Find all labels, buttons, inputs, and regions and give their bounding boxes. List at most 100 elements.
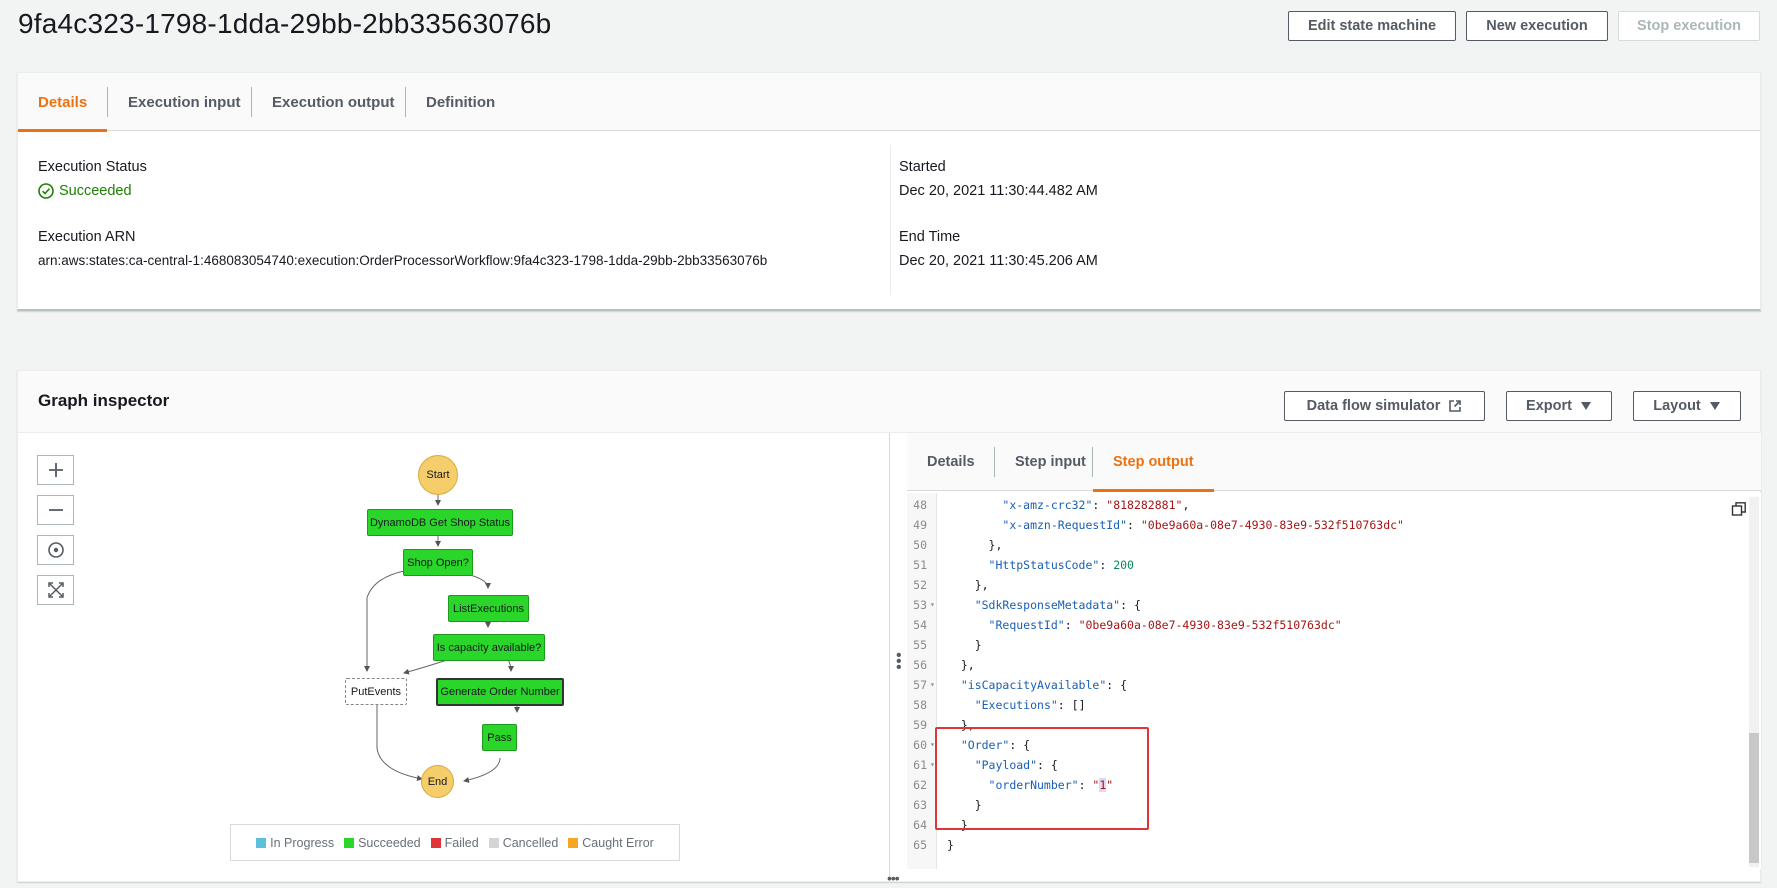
code-text: "Order": { [960,738,1031,752]
end-time-value: Dec 20, 2021 11:30:45.206 AM [899,253,1098,269]
code-line: 50 }, [907,535,1761,555]
code-text: "HttpStatusCode": 200 [988,558,1134,572]
node-put-events[interactable]: PutEvents [345,678,407,705]
status-text: Succeeded [59,183,132,199]
tab-step-input[interactable]: Step input [995,433,1106,491]
tab-step-output[interactable]: Step output [1093,433,1214,492]
line-number: 64 [913,818,927,832]
code-line: 59 }, [907,715,1761,735]
code-line: 62 "orderNumber": "1" [907,775,1761,795]
code-text: } [947,838,954,852]
line-number: 62 [913,778,927,792]
details-tabbar: Details Execution input Execution output… [18,73,1760,132]
code-line: 55 } [907,635,1761,655]
code-line: 64 } [907,815,1761,835]
code-text: "Executions": [] [974,698,1086,712]
execution-status-value: Succeeded [38,183,132,199]
legend-label: Cancelled [502,835,559,850]
code-text: "x-amzn-RequestId": "0be9a60a-08e7-4930-… [1002,518,1404,532]
legend-cancelled: Cancelled [488,835,559,850]
fold-toggle-icon[interactable]: ▾ [930,735,935,755]
line-number: 55 [913,638,927,652]
line-number: 57 [913,678,927,692]
node-dynamodb-get-shop-status[interactable]: DynamoDB Get Shop Status [367,509,513,536]
horizontal-resize-handle[interactable]: ••• [887,870,900,886]
code-line: 65} [907,835,1761,855]
success-check-icon [38,183,54,199]
edit-state-machine-button[interactable]: Edit state machine [1288,11,1456,41]
code-text: }, [947,658,975,672]
column-divider [890,145,891,295]
legend-failed: Failed [430,835,479,850]
tab-details[interactable]: Details [18,73,108,132]
code-scrollbar[interactable] [1749,497,1759,867]
node-start[interactable]: Start [418,455,458,495]
export-label: Export [1526,398,1572,414]
graph-legend: In Progress Succeeded Failed Cancelled C… [230,824,680,861]
line-number: 56 [913,658,927,672]
graph-inspector-header: Graph inspector Data flow simulator Expo… [18,371,1760,433]
tab-execution-output[interactable]: Execution output [252,73,415,131]
legend-swatch [488,837,499,848]
line-number: 49 [913,518,927,532]
code-text: } [947,798,982,812]
data-flow-simulator-button[interactable]: Data flow simulator [1284,391,1485,421]
fold-toggle-icon[interactable]: ▾ [930,675,935,695]
data-flow-simulator-label: Data flow simulator [1306,398,1441,414]
node-pass[interactable]: Pass [482,724,517,751]
line-number: 52 [913,578,927,592]
step-inspector-pane: Details Step input Step output 48 "x-amz… [907,433,1761,883]
graph-canvas[interactable]: Start DynamoDB Get Shop Status Shop Open… [18,433,889,883]
export-button[interactable]: Export [1506,391,1612,421]
code-text: }, [947,718,975,732]
line-number: 53 [913,598,927,612]
layout-button[interactable]: Layout [1633,391,1741,421]
line-number: 63 [913,798,927,812]
execution-details-panel: Details Execution input Execution output… [17,72,1761,311]
code-text: "orderNumber": "1" [988,778,1114,792]
caret-down-icon [1580,402,1591,410]
node-end[interactable]: End [421,765,454,798]
line-number: 54 [913,618,927,632]
copy-icon[interactable] [1731,501,1747,517]
node-generate-order-number[interactable]: Generate Order Number [436,678,564,706]
code-text: } [947,638,982,652]
caret-down-icon [1709,402,1720,410]
line-number: 48 [913,498,927,512]
code-text: }, [947,578,989,592]
code-line: 54 "RequestId": "0be9a60a-08e7-4930-83e9… [907,615,1761,635]
tab-definition[interactable]: Definition [406,73,515,131]
code-line: 48 "x-amz-crc32": "818282881", [907,495,1761,515]
fold-toggle-icon[interactable]: ▾ [930,595,935,615]
line-number: 58 [913,698,927,712]
code-text: "Payload": { [974,758,1058,772]
legend-label: Succeeded [358,835,421,850]
node-list-executions[interactable]: ListExecutions [448,595,529,622]
node-is-capacity-available[interactable]: Is capacity available? [433,634,545,661]
line-number: 60 [913,738,927,752]
execution-arn-label: Execution ARN [38,229,136,245]
tab-execution-input[interactable]: Execution input [108,73,261,131]
code-text: "x-amz-crc32": "818282881", [1002,498,1190,512]
node-shop-open[interactable]: Shop Open? [403,549,473,576]
scrollbar-thumb[interactable] [1749,733,1759,863]
code-line: 57 ▾ "isCapacityAvailable": { [907,675,1761,695]
fold-toggle-icon[interactable]: ▾ [930,755,935,775]
code-line: 61 ▾ "Payload": { [907,755,1761,775]
vertical-resize-handle[interactable]: • • • [896,648,902,676]
legend-label: Failed [444,835,479,850]
legend-succeeded: Succeeded [344,836,421,850]
line-number: 51 [913,558,927,572]
step-output-code-editor[interactable]: 48 "x-amz-crc32": "818282881", 49 "x-amzn… [907,493,1761,869]
graph-inspector-panel: Graph inspector Data flow simulator Expo… [17,370,1761,883]
started-value: Dec 20, 2021 11:30:44.482 AM [899,183,1098,199]
legend-swatch [568,837,579,848]
stop-execution-button[interactable]: Stop execution [1618,11,1760,41]
new-execution-button[interactable]: New execution [1466,11,1608,41]
code-line: 56 }, [907,655,1761,675]
code-text: } [947,818,968,832]
code-line: 49 "x-amzn-RequestId": "0be9a60a-08e7-49… [907,515,1761,535]
execution-status-label: Execution Status [38,159,147,175]
code-text: }, [947,538,1003,552]
tab-step-details[interactable]: Details [907,433,995,491]
